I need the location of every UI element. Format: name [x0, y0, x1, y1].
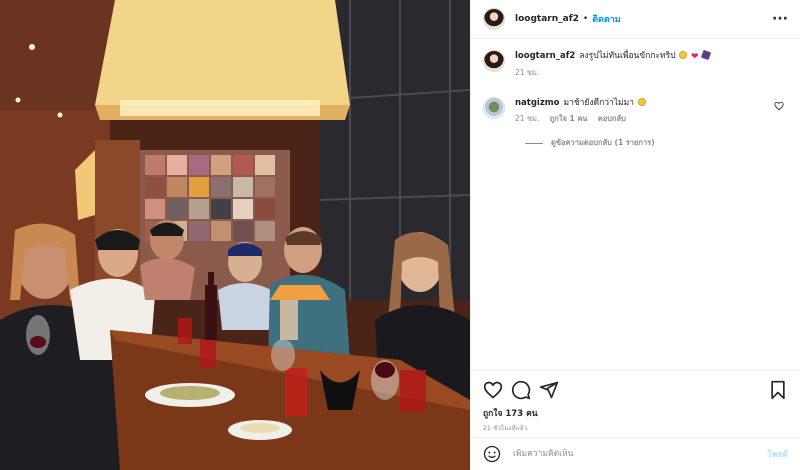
author-avatar[interactable]: [483, 8, 505, 30]
pendant-lamp: [95, 0, 350, 120]
party-popper-emoji-icon: [701, 49, 712, 61]
caption-meta: 21 ชม.: [515, 66, 788, 79]
likes-count[interactable]: ถูกใจ 173 คน: [483, 406, 788, 420]
commenter-avatar[interactable]: [483, 97, 505, 119]
author-username[interactable]: loogtarn_af2: [515, 14, 579, 24]
comment-text: มาช้ายังดีกว่าไม่มา: [563, 98, 635, 108]
caption-time[interactable]: 21 ชม.: [515, 68, 539, 77]
post-sidebar: loogtarn_af2 • ติดตาม ··· loogtarn_af2 ลง…: [470, 0, 800, 470]
bookmark-icon[interactable]: [768, 380, 788, 400]
follow-button[interactable]: ติดตาม: [592, 12, 621, 26]
comment-like-heart-icon[interactable]: [774, 101, 784, 111]
smile-icon[interactable]: [483, 445, 501, 463]
reply-button[interactable]: ตอบกลับ: [598, 114, 626, 123]
comment-time[interactable]: 21 ชม.: [515, 114, 539, 123]
grinning-emoji-icon: [637, 98, 646, 106]
add-comment-bar: โพสต์: [471, 437, 800, 470]
action-icons: [483, 379, 788, 401]
post-header: loogtarn_af2 • ติดตาม ···: [471, 0, 800, 39]
replies-line: [525, 142, 543, 144]
view-replies-label: ดูข้อความตอบกลับ (1 รายการ): [551, 138, 655, 147]
comment-input[interactable]: [513, 449, 768, 459]
comment-likes[interactable]: ถูกใจ 1 คน: [550, 114, 588, 123]
post-actions: ถูกใจ 173 คน 21 ชั่วโมงที่แล้ว: [471, 370, 800, 433]
comment-body: natgizmo มาช้ายังดีกว่าไม่มา 21 ชม. ถูกใจ…: [515, 97, 788, 125]
heart-icon[interactable]: [483, 380, 503, 400]
caption-text: ลงรูปไม่ทันเพื่อนขักกะทริป: [579, 51, 676, 61]
comments-list: loogtarn_af2 ลงรูปไม่ทันเพื่อนขักกะทริป ❤…: [471, 40, 800, 370]
separator-dot: •: [582, 14, 589, 24]
caption-username[interactable]: loogtarn_af2: [515, 51, 575, 61]
share-icon[interactable]: [539, 380, 559, 400]
laughing-emoji-icon: [679, 51, 688, 59]
comment-username[interactable]: natgizmo: [515, 98, 560, 108]
photo-scene: [0, 0, 470, 470]
post-comment-button[interactable]: โพสต์: [767, 447, 788, 461]
caption: loogtarn_af2 ลงรูปไม่ทันเพื่อนขักกะทริป ❤…: [483, 49, 788, 79]
comment-icon[interactable]: [511, 380, 531, 400]
caption-avatar[interactable]: [483, 50, 505, 72]
red-heart-emoji-icon: ❤: [691, 52, 699, 62]
post-photo[interactable]: [0, 0, 470, 470]
post-timestamp[interactable]: 21 ชั่วโมงที่แล้ว: [483, 423, 788, 433]
view-replies-button[interactable]: ดูข้อความตอบกลับ (1 รายการ): [525, 137, 788, 149]
comment-item: natgizmo มาช้ายังดีกว่าไม่มา 21 ชม. ถูกใจ…: [483, 97, 788, 125]
more-options-icon[interactable]: ···: [772, 11, 788, 27]
comment-meta: 21 ชม. ถูกใจ 1 คน ตอบกลับ: [515, 112, 788, 125]
caption-body: loogtarn_af2 ลงรูปไม่ทันเพื่อนขักกะทริป ❤…: [515, 49, 788, 79]
